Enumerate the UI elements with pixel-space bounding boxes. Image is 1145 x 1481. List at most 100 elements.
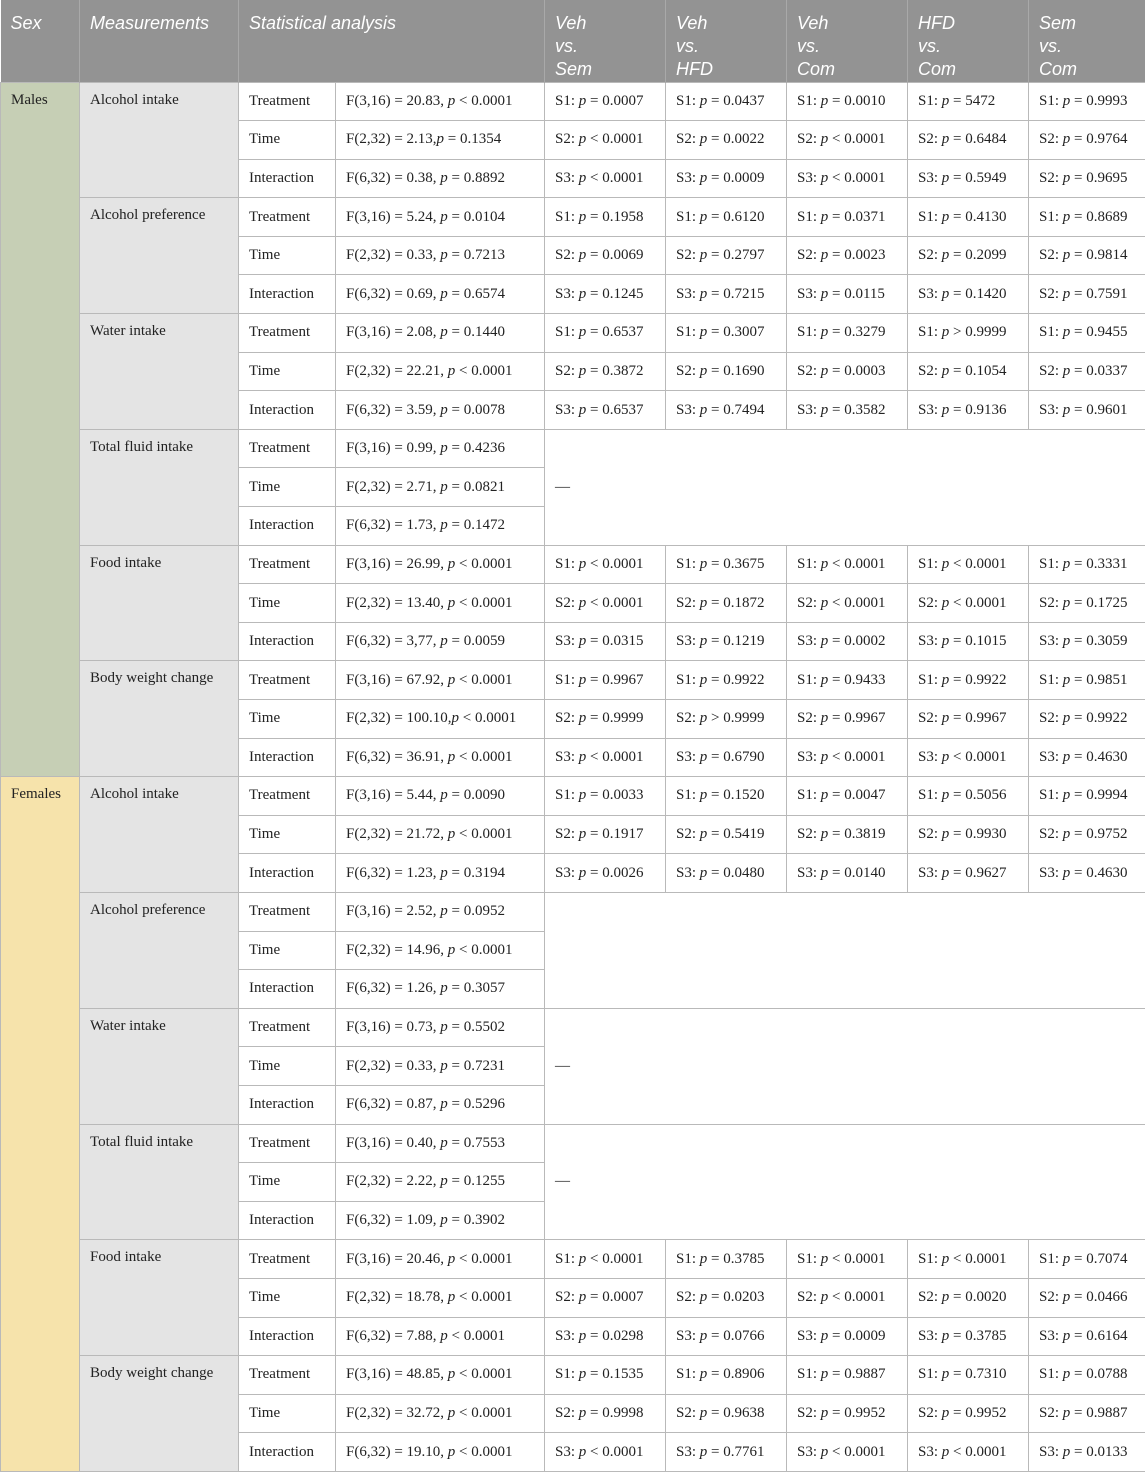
measurement-cell: Water intake <box>79 1007 239 1125</box>
comparison-cell: S3: p = 0.1219 <box>665 621 787 662</box>
anova-stat-cell: F(2,32) = 22.21, p < 0.0001 <box>335 351 545 392</box>
comparison-cell: S2: p < 0.0001 <box>786 1277 908 1318</box>
effect-cell: Treatment <box>238 1123 336 1164</box>
comparison-cell: S3: p = 0.4630 <box>1028 853 1145 893</box>
comparison-cell: S2: p = 0.0022 <box>665 120 787 160</box>
comparison-cell: S1: p = 0.3675 <box>665 544 787 585</box>
comparison-cell: S1: p = 0.4130 <box>907 197 1029 237</box>
anova-stat-cell: F(6,32) = 1.26, p = 0.3057 <box>335 969 545 1009</box>
comparison-cell: S2: p = 0.3872 <box>544 351 666 392</box>
effect-cell: Time <box>238 814 336 855</box>
comparison-cell: S3: p = 0.6164 <box>1028 1316 1145 1357</box>
effect-cell: Interaction <box>238 1316 336 1357</box>
anova-stat-cell: F(2,32) = 0.33, p = 0.7213 <box>335 235 545 276</box>
anova-stat-cell: F(3,16) = 0.99, p = 0.4236 <box>335 428 545 469</box>
anova-stat-cell: F(3,16) = 0.40, p = 0.7553 <box>335 1123 545 1164</box>
comparison-cell: S3: p = 0.0133 <box>1028 1432 1145 1472</box>
comparison-cell: S1: p < 0.0001 <box>907 544 1029 585</box>
comparison-cell: S1: p < 0.0001 <box>786 544 908 585</box>
column-header: Veh vs. Com <box>786 0 908 82</box>
comparison-cell: S1: p = 0.6120 <box>665 197 787 237</box>
sex-cell: Males <box>0 81 80 778</box>
comparison-cell: S1: p < 0.0001 <box>907 1239 1029 1279</box>
comparison-cell: S1: p = 0.3007 <box>665 313 787 353</box>
comparison-cell: S3: p = 0.9136 <box>907 390 1029 430</box>
anova-stat-cell: F(3,16) = 5.24, p = 0.0104 <box>335 197 545 237</box>
effect-cell: Interaction <box>238 1432 336 1472</box>
no-comparison-cell: — <box>544 1007 1145 1125</box>
comparison-cell: S3: p = 0.0140 <box>786 853 908 893</box>
anova-stat-cell: F(6,32) = 1.73, p = 0.1472 <box>335 506 545 546</box>
comparison-cell: S2: p = 0.9922 <box>1028 699 1145 739</box>
comparison-cell: S2: p = 0.3819 <box>786 814 908 855</box>
comparison-cell: S3: p = 0.7494 <box>665 390 787 430</box>
comparison-cell: S2: p = 0.1725 <box>1028 583 1145 623</box>
comparison-cell: S2: p < 0.0001 <box>786 120 908 160</box>
anova-stat-cell: F(3,16) = 20.46, p < 0.0001 <box>335 1239 545 1279</box>
comparison-cell: S3: p < 0.0001 <box>907 1432 1029 1472</box>
comparison-cell: S3: p = 0.0115 <box>786 274 908 315</box>
column-header: Veh vs. Sem <box>544 0 666 82</box>
effect-cell: Time <box>238 351 336 392</box>
anova-stat-cell: F(2,32) = 2.71, p = 0.0821 <box>335 467 545 508</box>
comparison-cell: S1: p = 0.9851 <box>1028 660 1145 700</box>
comparison-cell: S1: p = 0.1520 <box>665 776 787 816</box>
anova-stat-cell: F(3,16) = 48.85, p < 0.0001 <box>335 1355 545 1395</box>
comparison-cell: S1: p = 0.9993 <box>1028 81 1145 122</box>
comparison-cell: S2: p = 0.0003 <box>786 351 908 392</box>
comparison-cell: S1: p = 0.1535 <box>544 1355 666 1395</box>
effect-cell: Interaction <box>238 1200 336 1241</box>
anova-stat-cell: F(6,32) = 0.38, p = 0.8892 <box>335 158 545 199</box>
comparison-cell: S1: p = 0.9922 <box>907 660 1029 700</box>
table-row: Food intake Treatment F(3,16) = 20.46, p <… <box>1 1239 1145 1357</box>
comparison-cell: S2: p = 0.0203 <box>665 1277 787 1318</box>
comparison-cell: S3: p = 0.6537 <box>544 390 666 430</box>
comparison-cell: S1: p = 0.0010 <box>786 81 908 122</box>
table-row: Water intake Treatment F(3,16) = 2.08, p =… <box>1 313 1145 430</box>
comparison-cell: S3: p = 0.0480 <box>665 853 787 893</box>
comparison-cell: S3: p < 0.0001 <box>544 158 666 199</box>
table-row: Body weight change Treatment F(3,16) = 67.… <box>1 660 1145 778</box>
comparison-cell: S2: p = 0.0007 <box>544 1277 666 1318</box>
comparison-cell: S1: p = 5472 <box>907 81 1029 122</box>
comparison-cell: S3: p < 0.0001 <box>544 1432 666 1472</box>
anova-stat-cell: F(2,32) = 2.13,p = 0.1354 <box>335 120 545 160</box>
comparison-cell: S1: p = 0.3785 <box>665 1239 787 1279</box>
anova-stat-cell: F(6,32) = 19.10, p < 0.0001 <box>335 1432 545 1472</box>
anova-stat-cell: F(2,32) = 2.22, p = 0.1255 <box>335 1162 545 1202</box>
comparison-cell: S3: p = 0.9601 <box>1028 390 1145 430</box>
header-row: Sex Measurements Statistical analysis Veh vs… <box>0 0 1145 82</box>
comparison-cell: S1: p = 0.7310 <box>907 1355 1029 1395</box>
comparison-cell: S3: p < 0.0001 <box>786 737 908 778</box>
effect-cell: Treatment <box>238 81 336 122</box>
measurement-cell: Alcohol intake <box>79 776 239 893</box>
comparison-cell: S3: p = 0.3785 <box>907 1316 1029 1357</box>
table-row: Water intake Treatment F(3,16) = 0.73, p =… <box>1 1007 1145 1125</box>
comparison-cell: S3: p = 0.7215 <box>665 274 787 315</box>
comparison-cell: S2: p = 0.0337 <box>1028 351 1145 392</box>
column-header: Sex <box>0 0 80 82</box>
table-row: Food intake Treatment F(3,16) = 26.99, p <… <box>1 544 1145 662</box>
effect-cell: Interaction <box>238 853 336 893</box>
column-header: Veh vs. HFD <box>665 0 787 82</box>
comparison-cell: S3: p < 0.0001 <box>786 158 908 199</box>
comparison-cell: S1: p = 0.0788 <box>1028 1355 1145 1395</box>
measurement-cell: Alcohol intake <box>79 81 239 199</box>
comparison-cell: S1: p = 0.9455 <box>1028 313 1145 353</box>
measurement-cell: Alcohol preference <box>79 197 239 315</box>
anova-stat-cell: F(3,16) = 2.08, p = 0.1440 <box>335 313 545 353</box>
anova-stat-cell: F(6,32) = 7.88, p < 0.0001 <box>335 1316 545 1357</box>
anova-stat-cell: F(3,16) = 26.99, p < 0.0001 <box>335 544 545 585</box>
measurement-cell: Water intake <box>79 313 239 430</box>
comparison-cell: S2: p = 0.0020 <box>907 1277 1029 1318</box>
comparison-cell: S1: p = 0.8689 <box>1028 197 1145 237</box>
table-row: Males Alcohol intake Treatment F(3,16) = 20… <box>0 81 1145 778</box>
comparison-cell: S2: p > 0.9999 <box>665 699 787 739</box>
comparison-cell: S2: p < 0.0001 <box>907 583 1029 623</box>
comparison-cell: S3: p = 0.1245 <box>544 274 666 315</box>
comparison-cell: S1: p = 0.9922 <box>665 660 787 700</box>
comparison-cell: S3: p = 0.0026 <box>544 853 666 893</box>
effect-cell: Interaction <box>238 506 336 546</box>
anova-stat-cell: F(2,32) = 100.10,p < 0.0001 <box>335 699 545 739</box>
comparison-cell: S3: p = 0.0766 <box>665 1316 787 1357</box>
